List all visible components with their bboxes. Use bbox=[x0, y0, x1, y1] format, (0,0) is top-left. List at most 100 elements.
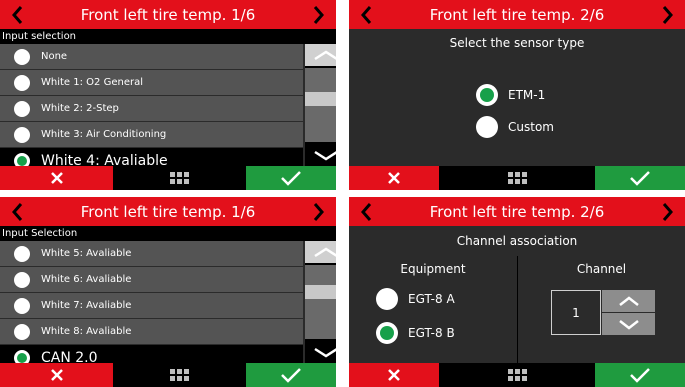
prev-page-button[interactable] bbox=[353, 0, 379, 29]
column-divider bbox=[517, 256, 518, 363]
confirm-button[interactable] bbox=[595, 166, 685, 190]
scroll-track[interactable] bbox=[305, 68, 336, 142]
input-list: White 5: Avaliable White 6: Avaliable Wh… bbox=[0, 241, 303, 372]
scroll-track[interactable] bbox=[305, 265, 336, 339]
scroll-thumb[interactable] bbox=[305, 92, 336, 106]
next-page-button[interactable] bbox=[655, 0, 681, 29]
footer-bar bbox=[0, 166, 336, 190]
page-title: Front left tire temp. 2/6 bbox=[429, 5, 605, 24]
check-icon bbox=[630, 171, 650, 186]
list-item[interactable]: White 6: Avaliable bbox=[0, 267, 303, 292]
equipment-option[interactable]: EGT-8 A bbox=[376, 288, 455, 310]
radio-button[interactable] bbox=[14, 48, 30, 65]
cancel-button[interactable] bbox=[0, 363, 113, 387]
list-item[interactable]: White 7: Avaliable bbox=[0, 293, 303, 318]
chevron-left-icon bbox=[361, 5, 372, 24]
menu-button[interactable] bbox=[439, 363, 595, 387]
section-label: Input selection bbox=[0, 29, 336, 44]
input-selection-panel-1: Front left tire temp. 1/6 Input selectio… bbox=[0, 0, 336, 190]
grid-menu-icon bbox=[507, 369, 527, 381]
chevron-up-icon bbox=[314, 50, 336, 61]
next-page-button[interactable] bbox=[306, 197, 332, 226]
prev-page-button[interactable] bbox=[4, 0, 30, 29]
list-item[interactable]: White 8: Avaliable bbox=[0, 319, 303, 344]
scroll-down-button[interactable] bbox=[305, 341, 336, 363]
radio-button[interactable] bbox=[14, 271, 30, 288]
chevron-left-icon bbox=[12, 202, 23, 221]
next-page-button[interactable] bbox=[655, 197, 681, 226]
channel-stepper[interactable] bbox=[602, 290, 655, 335]
chevron-up-icon bbox=[314, 247, 336, 258]
scrollbar[interactable] bbox=[305, 241, 336, 363]
channel-up-button[interactable] bbox=[602, 290, 655, 312]
check-icon bbox=[281, 368, 301, 383]
radio-button-selected[interactable] bbox=[476, 84, 498, 106]
confirm-button[interactable] bbox=[595, 363, 685, 387]
prev-page-button[interactable] bbox=[4, 197, 30, 226]
chevron-up-icon bbox=[618, 296, 639, 306]
next-page-button[interactable] bbox=[306, 0, 332, 29]
scroll-down-button[interactable] bbox=[305, 144, 336, 166]
radio-button[interactable] bbox=[14, 245, 30, 262]
menu-button[interactable] bbox=[113, 363, 246, 387]
chevron-down-icon bbox=[314, 347, 336, 358]
chevron-down-icon bbox=[618, 320, 639, 330]
radio-button[interactable] bbox=[14, 297, 30, 314]
list-item[interactable]: None bbox=[0, 44, 303, 69]
check-icon bbox=[281, 171, 301, 186]
page-title: Front left tire temp. 1/6 bbox=[80, 202, 256, 221]
confirm-button[interactable] bbox=[246, 363, 336, 387]
scrollbar[interactable] bbox=[305, 44, 336, 166]
sensor-option[interactable]: Custom bbox=[476, 116, 554, 138]
prev-page-button[interactable] bbox=[353, 197, 379, 226]
channel-down-button[interactable] bbox=[602, 313, 655, 335]
sensor-option[interactable]: ETM-1 bbox=[476, 84, 545, 106]
chevron-right-icon bbox=[313, 202, 324, 221]
scroll-thumb[interactable] bbox=[305, 285, 336, 299]
list-item-label: White 7: Avaliable bbox=[41, 300, 132, 311]
input-selection-panel-2: Front left tire temp. 1/6 Input Selectio… bbox=[0, 197, 336, 387]
menu-button[interactable] bbox=[113, 166, 246, 190]
scroll-up-button[interactable] bbox=[305, 44, 336, 66]
list-item-label: White 1: O2 General bbox=[41, 77, 143, 88]
chevron-down-icon bbox=[314, 150, 336, 161]
cancel-button[interactable] bbox=[0, 166, 113, 190]
radio-button-selected[interactable] bbox=[376, 322, 398, 344]
list-item[interactable]: White 3: Air Conditioning bbox=[0, 122, 303, 147]
title-bar: Front left tire temp. 1/6 bbox=[0, 197, 336, 226]
chevron-right-icon bbox=[662, 5, 673, 24]
close-icon bbox=[388, 369, 400, 381]
list-item[interactable]: White 2: 2-Step bbox=[0, 96, 303, 121]
radio-button[interactable] bbox=[14, 323, 30, 340]
scroll-up-button[interactable] bbox=[305, 241, 336, 263]
grid-menu-icon bbox=[507, 172, 527, 184]
close-icon bbox=[50, 369, 63, 381]
radio-button[interactable] bbox=[376, 288, 398, 310]
confirm-button[interactable] bbox=[246, 166, 336, 190]
option-label: ETM-1 bbox=[508, 88, 546, 102]
menu-button[interactable] bbox=[439, 166, 595, 190]
cancel-button[interactable] bbox=[349, 363, 439, 387]
radio-button[interactable] bbox=[14, 74, 30, 91]
sensor-type-panel: Front left tire temp. 2/6 Select the sen… bbox=[349, 0, 685, 190]
list-item[interactable]: White 1: O2 General bbox=[0, 70, 303, 95]
radio-button[interactable] bbox=[476, 116, 498, 138]
list-item[interactable]: White 5: Avaliable bbox=[0, 241, 303, 266]
radio-button[interactable] bbox=[14, 126, 30, 143]
list-item-label: White 2: 2-Step bbox=[41, 103, 119, 114]
grid-menu-icon bbox=[170, 172, 189, 184]
close-icon bbox=[50, 172, 63, 184]
page-title: Front left tire temp. 2/6 bbox=[429, 202, 605, 221]
equipment-option[interactable]: EGT-8 B bbox=[376, 322, 455, 344]
cancel-button[interactable] bbox=[349, 166, 439, 190]
section-title: Channel association bbox=[456, 234, 578, 248]
footer-bar bbox=[349, 166, 685, 190]
option-label: EGT-8 A bbox=[408, 292, 455, 306]
channel-header: Channel bbox=[576, 262, 627, 276]
radio-button[interactable] bbox=[14, 100, 30, 117]
chevron-right-icon bbox=[662, 202, 673, 221]
page-title: Front left tire temp. 1/6 bbox=[80, 5, 256, 24]
title-bar: Front left tire temp. 1/6 bbox=[0, 0, 336, 29]
channel-value-field[interactable]: 1 bbox=[551, 290, 601, 335]
list-item-label: White 6: Avaliable bbox=[41, 274, 132, 285]
